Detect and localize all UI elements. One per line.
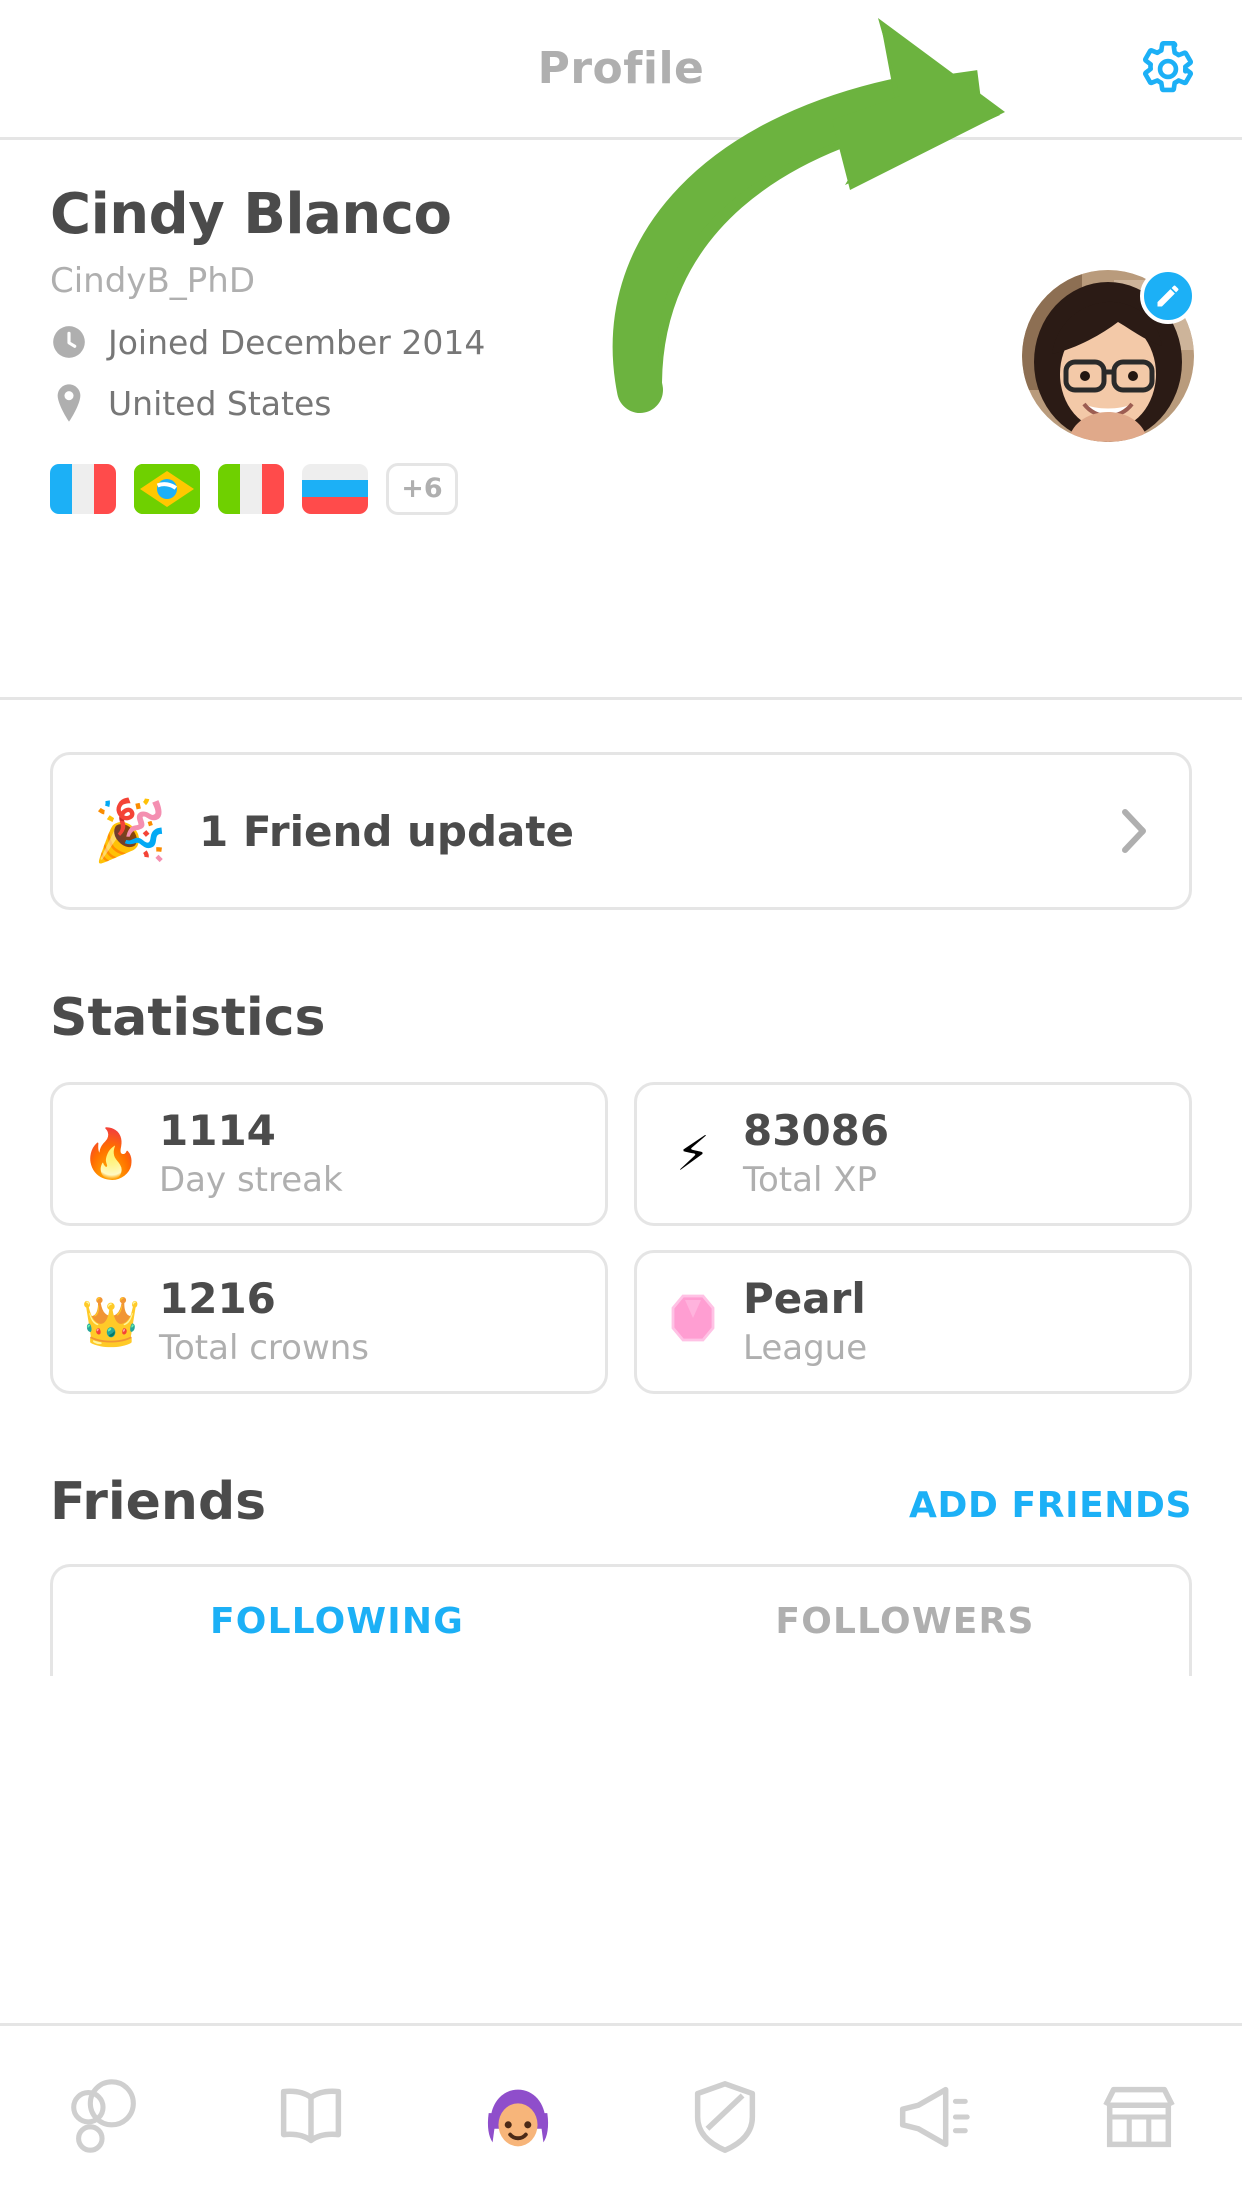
app-header: Profile: [0, 0, 1242, 140]
profile-info-section: Cindy Blanco CindyB_PhD Joined December …: [0, 140, 1242, 700]
stat-card-total-crowns[interactable]: 👑 1216 Total crowns: [50, 1250, 608, 1394]
megaphone-icon: [899, 2086, 970, 2148]
leagues-shield-icon: [694, 2081, 755, 2153]
stat-value: 1216: [159, 1274, 276, 1324]
chevron-right-icon: [1121, 808, 1149, 854]
brazil-flag-icon[interactable]: [134, 463, 200, 514]
more-languages-badge[interactable]: +6: [386, 462, 458, 515]
tab-following[interactable]: FOLLOWING: [53, 1567, 621, 1676]
stat-label: Total crowns: [159, 1327, 370, 1368]
friends-tabs: FOLLOWING FOLLOWERS: [50, 1564, 1192, 1676]
username: CindyB_PhD: [50, 260, 255, 301]
statistics-grid: 🔥 1114 Day streak ⚡ 83086 Total XP 👑 121…: [50, 1082, 1192, 1394]
friend-update-card[interactable]: 🎉 1 Friend update: [50, 752, 1192, 910]
pencil-icon: [1157, 285, 1179, 307]
location-row: United States: [50, 384, 1192, 423]
stat-label: Day streak: [159, 1159, 343, 1200]
stories-book-icon: [280, 2088, 341, 2144]
learn-icon: [70, 2079, 136, 2153]
stat-card-league[interactable]: Pearl League: [634, 1250, 1192, 1394]
fire-icon: 🔥: [81, 1126, 141, 1182]
statistics-title: Statistics: [50, 988, 326, 1048]
location-text: United States: [108, 383, 332, 423]
stat-value: 1114: [159, 1106, 276, 1156]
stat-value: 83086: [743, 1106, 890, 1156]
profile-content: 🎉 1 Friend update Statistics 🔥 1114 Day …: [0, 752, 1242, 1676]
crown-icon: 👑: [81, 1294, 141, 1350]
add-friends-button[interactable]: ADD FRIENDS: [909, 1485, 1192, 1532]
joined-date-text: Joined December 2014: [108, 322, 486, 362]
avatar-container[interactable]: [1022, 268, 1196, 442]
shop-store-icon: [1102, 2086, 1175, 2148]
italy-flag-icon[interactable]: [218, 463, 284, 514]
gear-icon: [1142, 40, 1194, 92]
stat-card-day-streak[interactable]: 🔥 1114 Day streak: [50, 1082, 608, 1226]
profile-screen: Profile Cindy Blanco CindyB_PhD Joined D…: [0, 0, 1242, 2208]
nav-item-shop[interactable]: [1064, 2057, 1214, 2177]
stat-label: Total XP: [743, 1159, 878, 1200]
nav-item-stories[interactable]: [236, 2057, 386, 2177]
gem-icon: [665, 1294, 721, 1350]
party-popper-icon: 🎉: [93, 796, 168, 866]
lightning-bolt-icon: ⚡: [676, 1126, 710, 1182]
france-flag-icon[interactable]: [50, 463, 116, 514]
stat-value: Pearl: [743, 1274, 866, 1324]
map-pin-icon: [50, 384, 88, 422]
clock-icon: [50, 323, 88, 361]
profile-avatar-icon: [487, 2089, 548, 2147]
display-name: Cindy Blanco: [50, 182, 452, 247]
nav-item-profile[interactable]: [443, 2057, 593, 2177]
friend-update-label: 1 Friend update: [199, 806, 574, 856]
stat-label: League: [743, 1327, 868, 1368]
nav-item-leagues[interactable]: [650, 2057, 800, 2177]
nav-item-megaphone[interactable]: [857, 2057, 1007, 2177]
russia-flag-icon[interactable]: [302, 463, 368, 514]
language-flags-row: +6: [50, 462, 1192, 515]
friends-title: Friends: [50, 1472, 267, 1532]
settings-gear-button[interactable]: [1136, 37, 1200, 101]
tab-followers[interactable]: FOLLOWERS: [621, 1567, 1189, 1676]
edit-avatar-button[interactable]: [1140, 268, 1196, 324]
joined-row: Joined December 2014: [50, 323, 1192, 362]
friends-header: Friends ADD FRIENDS: [50, 1472, 1192, 1532]
page-title: Profile: [537, 43, 705, 94]
bottom-navigation-bar: [0, 2023, 1242, 2208]
stat-card-total-xp[interactable]: ⚡ 83086 Total XP: [634, 1082, 1192, 1226]
nav-item-learn[interactable]: [29, 2057, 179, 2177]
